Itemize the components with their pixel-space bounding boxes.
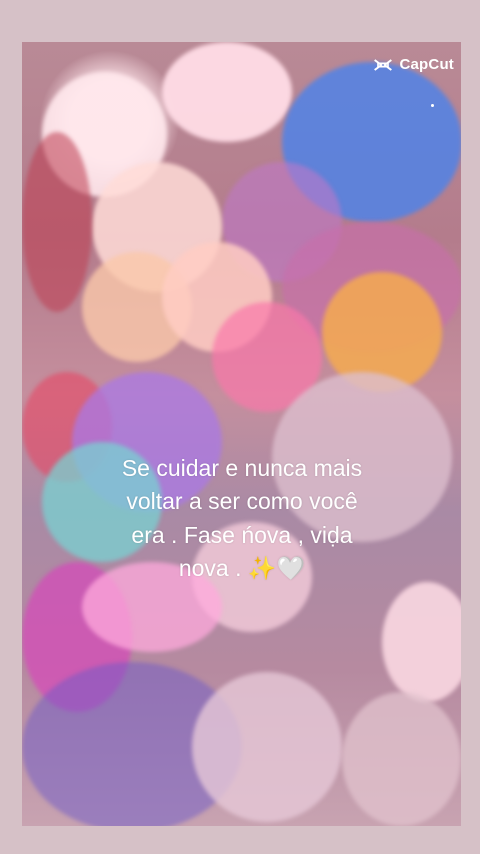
caption-line: Se cuidar e nunca mais <box>121 455 363 481</box>
bokeh-light <box>382 582 461 702</box>
capcut-watermark: CapCut <box>373 56 454 73</box>
capcut-logo-text: CapCut <box>399 56 454 73</box>
bokeh-light <box>22 132 92 312</box>
video-canvas: Se cuidar e nunca mais voltar a ser como… <box>22 42 461 826</box>
bokeh-light <box>162 42 292 142</box>
caption-line: voltar a ser como você <box>126 488 358 515</box>
caption-line: era . Fase ńova , viḍa <box>131 521 353 548</box>
sparkle-dot <box>431 104 434 107</box>
bokeh-light <box>342 692 461 826</box>
bokeh-light <box>192 672 342 822</box>
caption-text: Se cuidar e nunca mais voltar a ser como… <box>62 452 422 585</box>
caption-line: nova . ✨🤍 <box>178 555 306 582</box>
capcut-logo-icon <box>374 58 393 71</box>
